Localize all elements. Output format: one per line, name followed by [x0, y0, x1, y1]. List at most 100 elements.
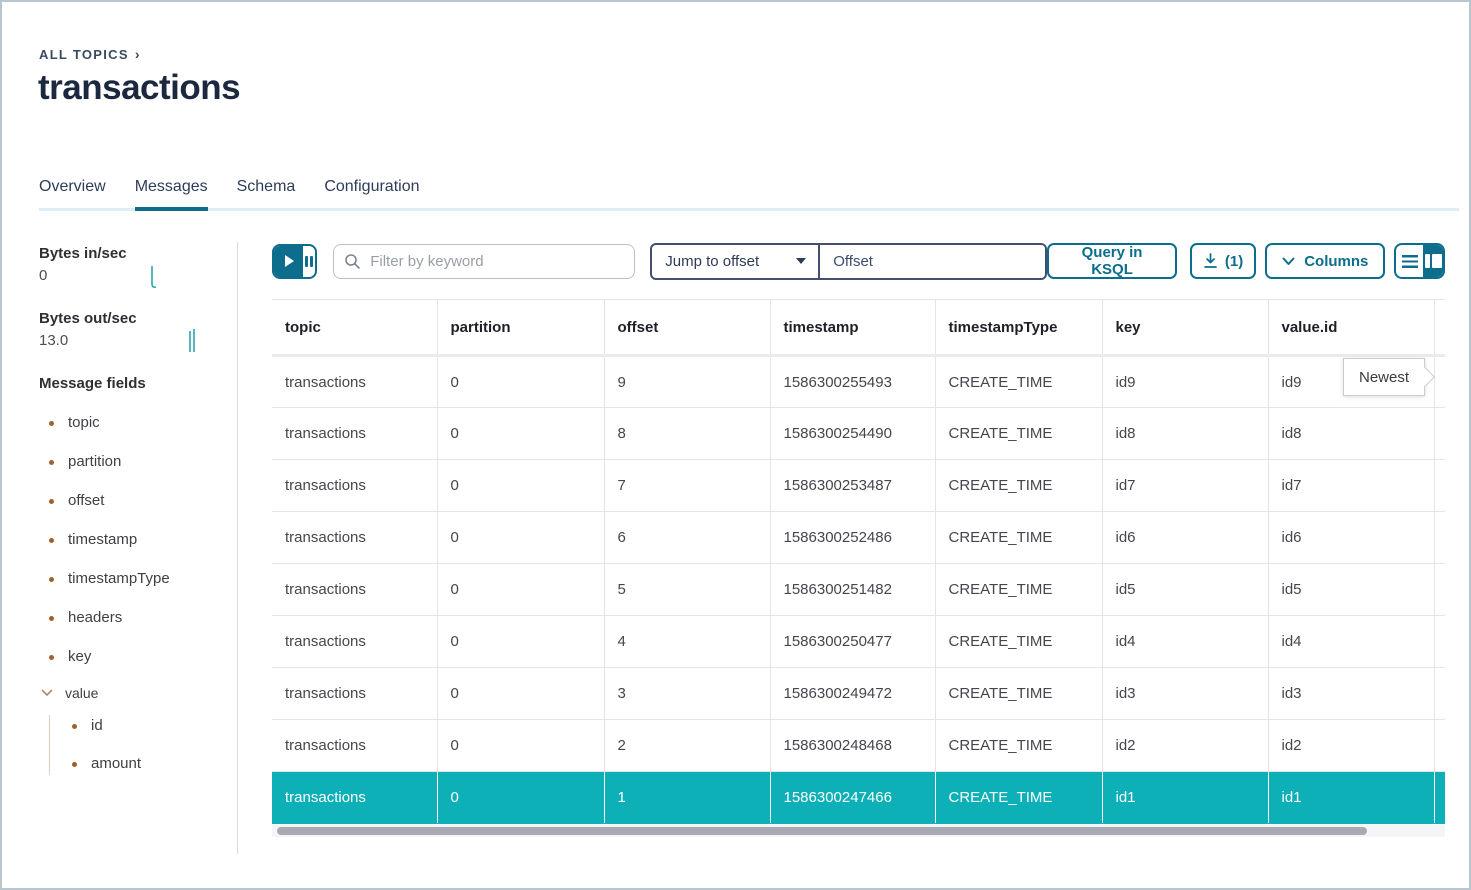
newest-flag: Newest [1343, 358, 1425, 396]
table-row[interactable]: transactions031586300249472CREATE_TIMEid… [272, 668, 1445, 720]
field-amount[interactable]: amount [67, 753, 224, 775]
tab-configuration[interactable]: Configuration [324, 178, 419, 208]
field-label: headers [68, 607, 122, 629]
field-label: id [91, 715, 103, 737]
table-cell: CREATE_TIME [935, 772, 1102, 824]
messages-table: topicpartitionoffsettimestamptimestampTy… [272, 299, 1445, 824]
column-header-value.id[interactable]: value.id [1268, 300, 1434, 356]
search-icon [344, 253, 361, 270]
table-cell: 3 [604, 668, 770, 720]
table-cell: 1586300252486 [770, 512, 935, 564]
table-row[interactable]: transactions051586300251482CREATE_TIMEid… [272, 564, 1445, 616]
table-cell: 1 [604, 772, 770, 824]
table-row[interactable]: transactions091586300255493CREATE_TIMEid… [272, 356, 1445, 408]
chevron-down-icon [41, 689, 53, 697]
field-label: timestamp [68, 529, 137, 551]
table-header-row: topicpartitionoffsettimestamptimestampTy… [272, 300, 1445, 356]
field-partition[interactable]: partition [39, 451, 224, 473]
table-cell: 0 [437, 512, 604, 564]
table-cell: 0 [437, 408, 604, 460]
table-cell: 6 [604, 512, 770, 564]
table-cell: transactions [272, 720, 437, 772]
download-button[interactable]: (1) [1190, 243, 1256, 279]
tab-schema[interactable]: Schema [237, 178, 296, 208]
breadcrumb-label[interactable]: ALL TOPICS [39, 47, 129, 62]
play-icon [285, 255, 294, 267]
field-value-toggle[interactable]: value [39, 685, 224, 701]
columns-button-label: Columns [1304, 253, 1368, 270]
sidebar-divider [237, 242, 238, 854]
filter-box [333, 244, 635, 279]
bytes-out-label: Bytes out/sec [39, 310, 224, 327]
bullet-icon [49, 421, 54, 426]
column-header-partition[interactable]: partition [437, 300, 604, 356]
jump-select-value: Jump to offset [665, 253, 796, 270]
field-id[interactable]: id [67, 715, 224, 737]
table-cell: 9 [604, 356, 770, 408]
tab-overview[interactable]: Overview [39, 178, 106, 208]
table-cell: 0 [437, 356, 604, 408]
table-cell-filler [1434, 408, 1445, 460]
table-cell: CREATE_TIME [935, 564, 1102, 616]
field-key[interactable]: key [39, 646, 224, 668]
list-view-button[interactable] [1396, 245, 1423, 277]
table-cell: CREATE_TIME [935, 512, 1102, 564]
table-cell-filler [1434, 720, 1445, 772]
column-header-topic[interactable]: topic [272, 300, 437, 356]
table-cell: CREATE_TIME [935, 408, 1102, 460]
table-cell: 0 [437, 616, 604, 668]
table-row[interactable]: transactions081586300254490CREATE_TIMEid… [272, 408, 1445, 460]
table-row[interactable]: transactions021586300248468CREATE_TIMEid… [272, 720, 1445, 772]
column-header-timestampType[interactable]: timestampType [935, 300, 1102, 356]
table-row[interactable]: transactions041586300250477CREATE_TIMEid… [272, 616, 1445, 668]
play-pause-toggle [272, 244, 317, 279]
filter-input[interactable] [333, 244, 635, 279]
table-cell-filler [1434, 512, 1445, 564]
breadcrumb[interactable]: ALL TOPICS› [39, 46, 141, 62]
table-cell: 2 [604, 720, 770, 772]
query-in-ksql-button[interactable]: Query in KSQL [1047, 243, 1177, 279]
field-offset[interactable]: offset [39, 490, 224, 512]
table-cell: 1586300254490 [770, 408, 935, 460]
bytes-out-value: 13.0 [39, 332, 68, 349]
table-cell: transactions [272, 460, 437, 512]
field-topic[interactable]: topic [39, 412, 224, 434]
table-cell: id3 [1102, 668, 1268, 720]
pause-button[interactable] [303, 246, 315, 277]
table-row[interactable]: transactions071586300253487CREATE_TIMEid… [272, 460, 1445, 512]
table-cell: 1586300250477 [770, 616, 935, 668]
horizontal-scrollbar [272, 825, 1445, 837]
download-count: (1) [1225, 253, 1243, 270]
table-cell: CREATE_TIME [935, 668, 1102, 720]
offset-input[interactable] [820, 245, 1045, 278]
newest-flag-label: Newest [1359, 369, 1409, 386]
column-header-key[interactable]: key [1102, 300, 1268, 356]
dropdown-arrow-icon [796, 258, 806, 264]
column-header-timestamp[interactable]: timestamp [770, 300, 935, 356]
column-header-offset[interactable]: offset [604, 300, 770, 356]
field-headers[interactable]: headers [39, 607, 224, 629]
table-cell: id4 [1268, 616, 1434, 668]
table-row[interactable]: transactions061586300252486CREATE_TIMEid… [272, 512, 1445, 564]
table-row[interactable]: transactions011586300247466CREATE_TIMEid… [272, 772, 1445, 824]
view-toggle [1394, 243, 1445, 279]
field-label: amount [91, 753, 141, 775]
bullet-icon [49, 460, 54, 465]
field-value-label: value [65, 685, 98, 701]
table-cell: id7 [1102, 460, 1268, 512]
field-timestamp[interactable]: timestamp [39, 529, 224, 551]
table-cell: 1586300253487 [770, 460, 935, 512]
field-label: key [68, 646, 91, 668]
bullet-icon [49, 577, 54, 582]
scrollbar-thumb[interactable] [277, 827, 1367, 835]
table-cell: transactions [272, 512, 437, 564]
jump-to-offset-select[interactable]: Jump to offset [652, 245, 818, 278]
topic-page: ALL TOPICS› transactions Overview Message… [0, 0, 1471, 890]
tab-messages[interactable]: Messages [135, 178, 208, 208]
field-label: topic [68, 412, 100, 434]
play-button[interactable] [274, 246, 303, 277]
table-cell: 0 [437, 772, 604, 824]
split-view-button[interactable] [1423, 245, 1443, 277]
columns-button[interactable]: Columns [1265, 243, 1385, 279]
field-timestampType[interactable]: timestampType [39, 568, 224, 590]
